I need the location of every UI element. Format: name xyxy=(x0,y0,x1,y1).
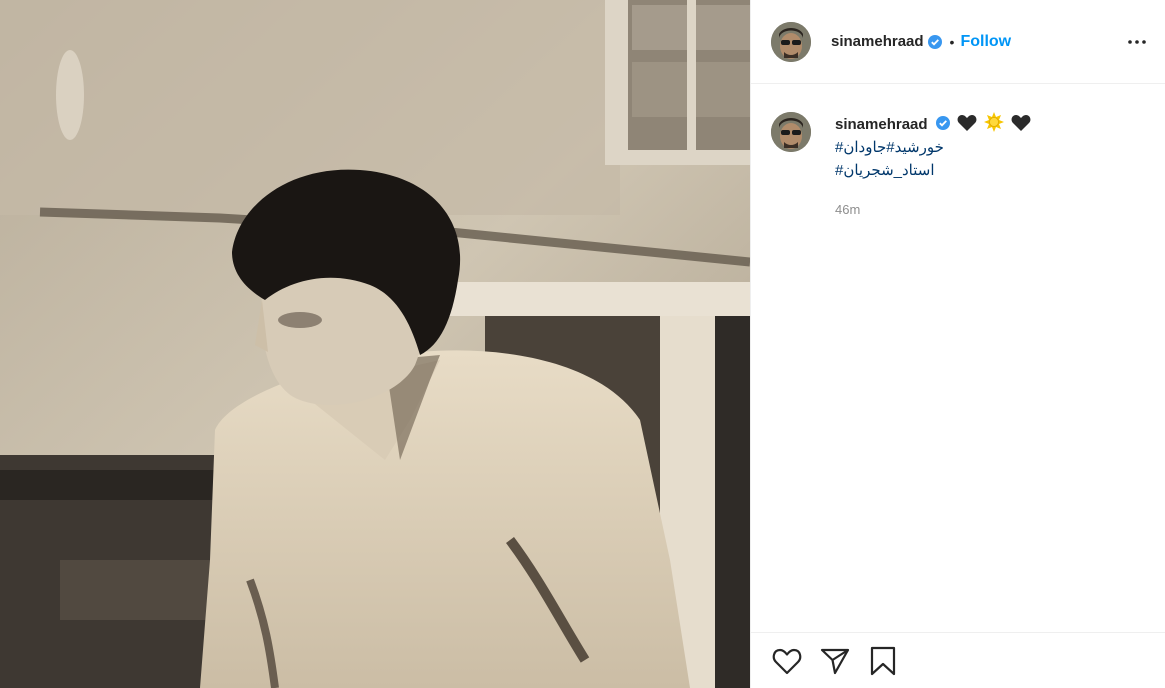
caption-author-avatar[interactable] xyxy=(771,112,811,152)
avatar-image xyxy=(771,112,811,152)
black-heart-icon xyxy=(957,115,977,131)
post-media[interactable] xyxy=(0,0,750,688)
hashtag-link[interactable]: #استاد_شجریان xyxy=(835,159,1031,182)
caption-comment: sinamehraad #خورشید#جاودان #استاد_شجریان… xyxy=(751,84,1165,217)
black-heart-icon xyxy=(1011,115,1031,131)
sun-icon xyxy=(984,112,1005,132)
bookmark-icon xyxy=(870,646,896,675)
follow-button[interactable]: Follow xyxy=(960,33,1011,51)
avatar-image xyxy=(771,21,811,62)
paper-plane-icon xyxy=(820,648,850,674)
author-username[interactable]: sinamehraad xyxy=(831,33,924,50)
caption-body: sinamehraad #خورشید#جاودان #استاد_شجریان… xyxy=(835,112,1031,217)
caption-username[interactable]: sinamehraad xyxy=(835,116,928,133)
separator-dot: • xyxy=(949,33,955,50)
post-timestamp[interactable]: 46m xyxy=(835,202,1031,217)
hashtag-link[interactable]: #خورشید#جاودان xyxy=(835,136,1031,159)
caption-line: sinamehraad xyxy=(835,112,1031,136)
more-options-icon[interactable] xyxy=(1125,30,1149,54)
post-sidebar: sinamehraad • Follow sinamehraad #خورشید… xyxy=(750,0,1165,688)
verified-badge-icon xyxy=(927,34,942,49)
post-actions-bar xyxy=(751,632,1165,688)
author-avatar[interactable] xyxy=(771,21,811,62)
like-button[interactable] xyxy=(771,645,803,677)
heart-icon xyxy=(772,648,802,674)
save-button[interactable] xyxy=(867,645,899,677)
verified-badge-icon xyxy=(935,116,950,130)
post-header: sinamehraad • Follow xyxy=(751,0,1165,84)
post-video-frame xyxy=(0,0,750,688)
share-button[interactable] xyxy=(819,645,851,677)
more-horizontal-icon xyxy=(1128,39,1146,44)
